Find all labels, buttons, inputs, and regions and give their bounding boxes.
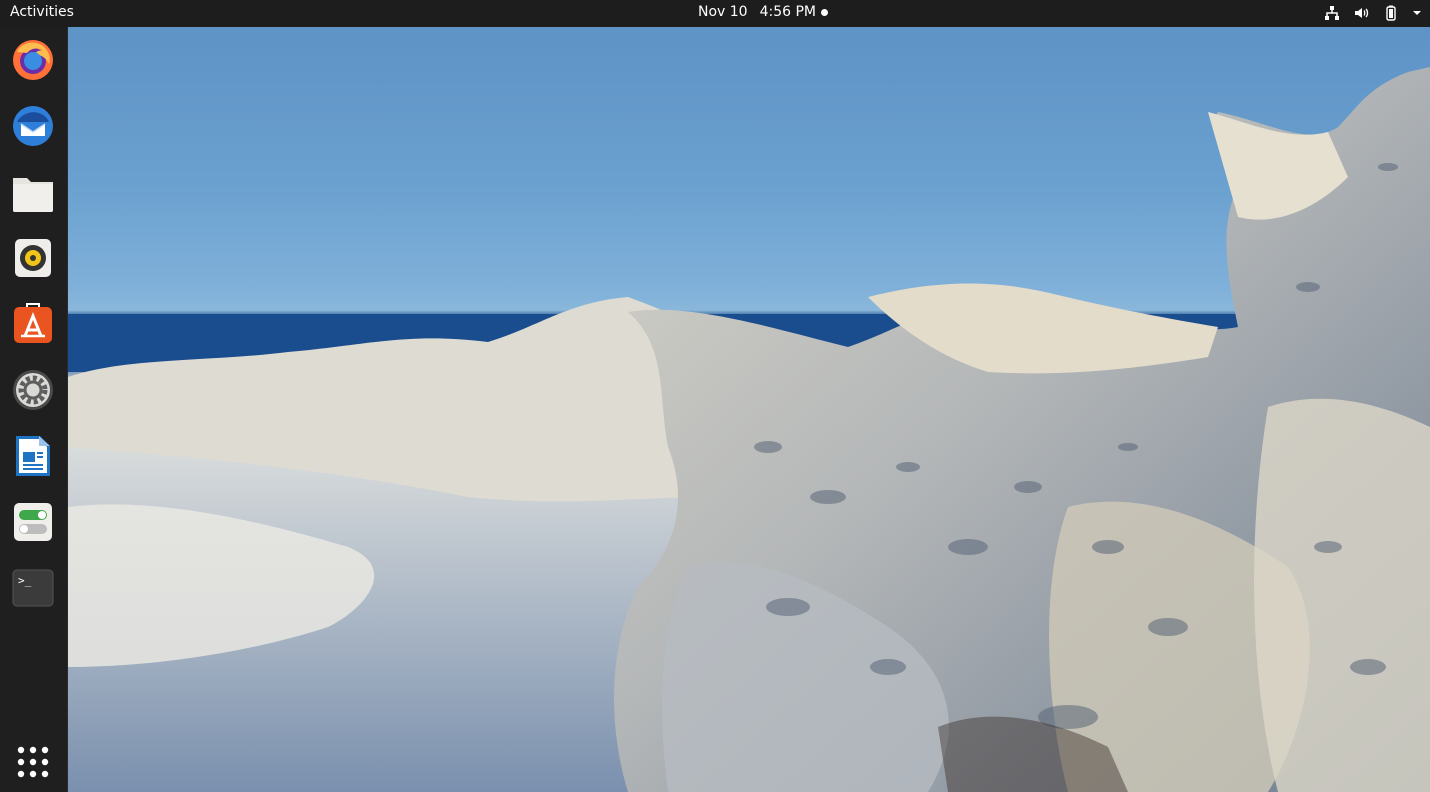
files-icon xyxy=(13,178,53,212)
dock-item-rhythmbox[interactable] xyxy=(10,235,56,281)
libreoffice-writer-icon xyxy=(16,436,50,476)
dock-item-terminal[interactable]: >_ xyxy=(10,565,56,611)
battery-icon[interactable] xyxy=(1384,5,1398,21)
notification-dot-icon xyxy=(821,8,829,16)
dock-item-tweaks[interactable] xyxy=(10,499,56,545)
terminal-icon: >_ xyxy=(12,569,54,607)
dock-item-firefox[interactable] xyxy=(10,37,56,83)
wallpaper-rocks-image xyxy=(68,67,1430,792)
tweaks-icon xyxy=(14,503,52,541)
show-applications-button[interactable] xyxy=(10,739,56,785)
dock-item-libreoffice-writer[interactable] xyxy=(10,433,56,479)
show-applications-icon xyxy=(17,746,49,778)
volume-icon[interactable] xyxy=(1354,5,1370,21)
network-icon[interactable] xyxy=(1324,5,1340,21)
dock-item-settings[interactable] xyxy=(10,367,56,413)
clock-button[interactable]: Nov 10 4:56 PM xyxy=(698,4,829,20)
dock-item-ubuntu-software[interactable] xyxy=(10,301,56,347)
time-label: 4:56 PM xyxy=(759,4,817,20)
settings-icon xyxy=(13,370,53,410)
desktop-wallpaper[interactable] xyxy=(68,27,1430,792)
ubuntu-software-icon xyxy=(14,303,52,343)
firefox-icon xyxy=(13,40,53,80)
dock-item-files[interactable] xyxy=(10,169,56,215)
terminal-glyph: >_ xyxy=(18,574,32,587)
activities-button[interactable]: Activities xyxy=(10,4,74,20)
dock-item-thunderbird[interactable] xyxy=(10,103,56,149)
system-menu-arrow-icon[interactable] xyxy=(1412,5,1422,21)
rhythmbox-icon xyxy=(15,239,51,277)
top-bar: Activities Nov 10 4:56 PM xyxy=(0,0,1430,27)
thunderbird-icon xyxy=(13,106,53,146)
date-label: Nov 10 xyxy=(698,4,748,20)
system-tray[interactable] xyxy=(1324,5,1422,21)
dock: >_ xyxy=(0,27,68,792)
